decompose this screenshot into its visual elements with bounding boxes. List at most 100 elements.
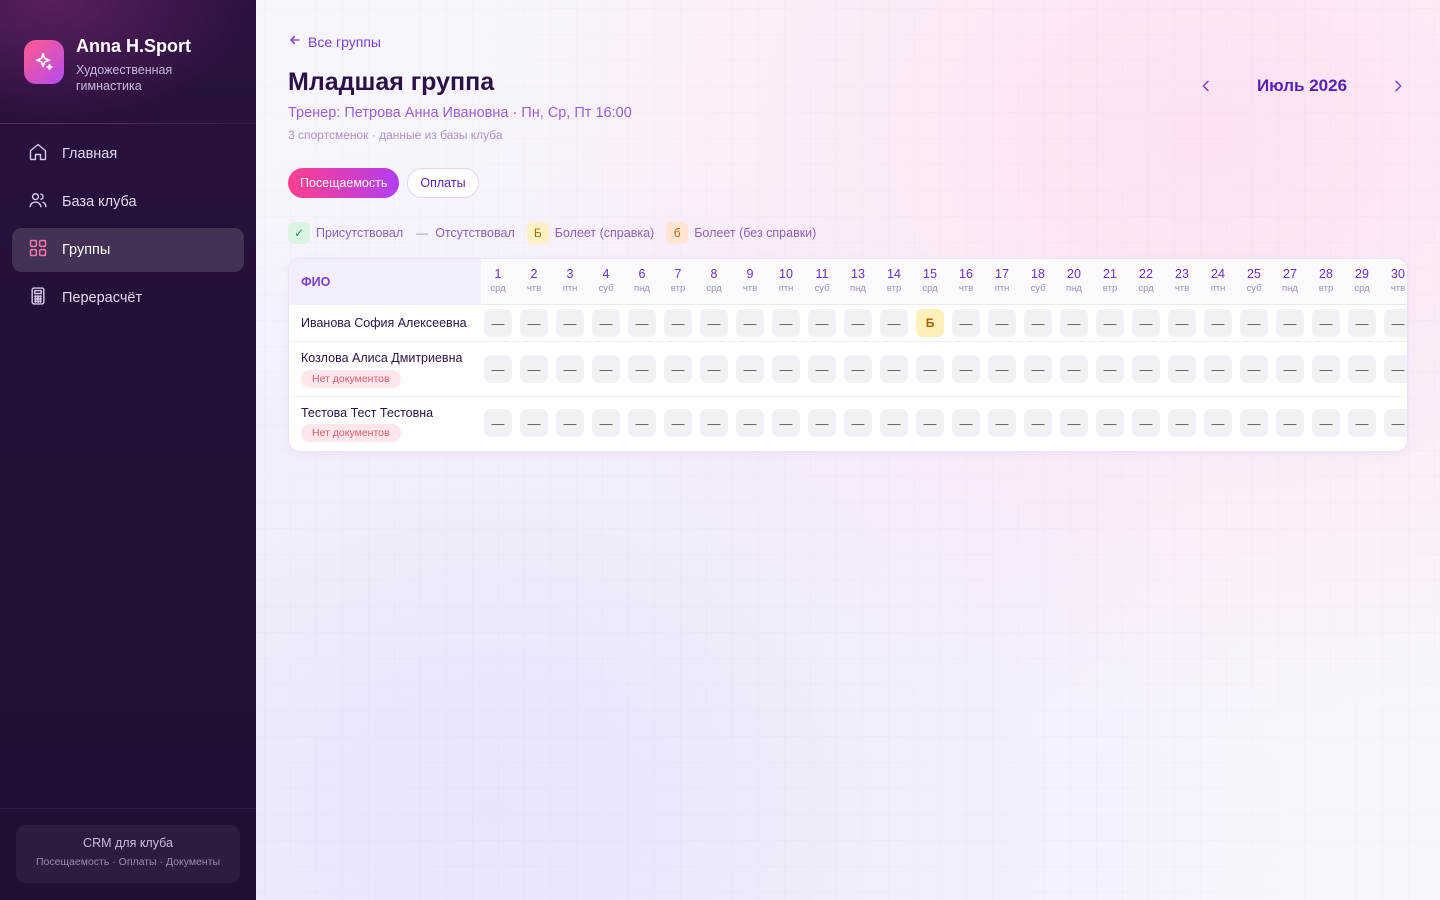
attendance-cell[interactable]: — bbox=[1132, 355, 1160, 383]
attendance-cell[interactable]: — bbox=[772, 409, 800, 437]
attendance-cell[interactable]: — bbox=[1024, 409, 1052, 437]
attendance-cell[interactable]: — bbox=[952, 309, 980, 337]
attendance-cell[interactable]: — bbox=[736, 409, 764, 437]
attendance-cell[interactable]: — bbox=[1384, 409, 1407, 437]
attendance-cell[interactable]: — bbox=[1168, 309, 1196, 337]
attendance-cell[interactable]: — bbox=[844, 355, 872, 383]
athlete-name[interactable]: Иванова София Алексеевна bbox=[301, 316, 467, 330]
legend-present: ✓ Присутствовал bbox=[288, 222, 403, 244]
attendance-cell[interactable]: — bbox=[1096, 355, 1124, 383]
attendance-cell[interactable]: — bbox=[1240, 355, 1268, 383]
next-month-button[interactable] bbox=[1388, 76, 1408, 96]
attendance-cell[interactable]: — bbox=[592, 355, 620, 383]
sidebar-item-groups[interactable]: Группы bbox=[12, 228, 244, 272]
attendance-cell[interactable]: — bbox=[484, 355, 512, 383]
attendance-cell[interactable]: — bbox=[1060, 409, 1088, 437]
athlete-name[interactable]: Козлова Алиса Дмитриевна bbox=[301, 351, 462, 365]
attendance-cell[interactable]: — bbox=[1132, 409, 1160, 437]
attendance-cell[interactable]: — bbox=[556, 309, 584, 337]
attendance-cell[interactable]: — bbox=[1024, 309, 1052, 337]
attendance-cell[interactable]: — bbox=[1348, 309, 1376, 337]
day-column-header: 27 пнд bbox=[1272, 267, 1308, 294]
attendance-cell[interactable]: — bbox=[664, 309, 692, 337]
attendance-cell[interactable]: — bbox=[1240, 309, 1268, 337]
tab-payments[interactable]: Оплаты bbox=[407, 168, 479, 198]
attendance-cell[interactable]: — bbox=[1132, 309, 1160, 337]
attendance-cell[interactable]: — bbox=[736, 355, 764, 383]
calculator-icon bbox=[28, 286, 48, 310]
attendance-cell[interactable]: — bbox=[1312, 355, 1340, 383]
attendance-cell[interactable]: — bbox=[772, 309, 800, 337]
attendance-cell[interactable]: — bbox=[736, 309, 764, 337]
footer-subtitle: Посещаемость · Оплаты · Документы bbox=[35, 856, 221, 868]
attendance-cell[interactable]: — bbox=[520, 409, 548, 437]
attendance-cell[interactable]: — bbox=[844, 309, 872, 337]
attendance-cell[interactable]: — bbox=[916, 355, 944, 383]
attendance-cell[interactable]: — bbox=[880, 309, 908, 337]
attendance-cell[interactable]: — bbox=[988, 309, 1016, 337]
attendance-cell[interactable]: — bbox=[700, 309, 728, 337]
attendance-cell[interactable]: — bbox=[1060, 309, 1088, 337]
attendance-cell[interactable]: — bbox=[844, 409, 872, 437]
arrow-left-icon bbox=[288, 33, 302, 50]
attendance-cell[interactable]: — bbox=[808, 409, 836, 437]
attendance-cell[interactable]: — bbox=[952, 355, 980, 383]
attendance-cell[interactable]: — bbox=[1204, 409, 1232, 437]
attendance-cell[interactable]: — bbox=[1168, 355, 1196, 383]
tab-attendance[interactable]: Посещаемость bbox=[288, 168, 400, 198]
attendance-cell[interactable]: — bbox=[988, 409, 1016, 437]
attendance-cell[interactable]: — bbox=[484, 409, 512, 437]
back-link[interactable]: Все группы bbox=[288, 33, 381, 50]
attendance-cell[interactable]: — bbox=[1096, 409, 1124, 437]
attendance-cell[interactable]: — bbox=[1384, 309, 1407, 337]
day-weekday: срд bbox=[706, 283, 722, 294]
attendance-cell[interactable]: Б bbox=[916, 309, 944, 337]
day-weekday: птн bbox=[994, 283, 1010, 294]
attendance-cell[interactable]: — bbox=[1276, 355, 1304, 383]
attendance-cell[interactable]: — bbox=[484, 309, 512, 337]
attendance-cell[interactable]: — bbox=[916, 409, 944, 437]
attendance-cell[interactable]: — bbox=[952, 409, 980, 437]
prev-month-button[interactable] bbox=[1196, 76, 1216, 96]
day-weekday: пнд bbox=[1282, 283, 1298, 294]
attendance-cell[interactable]: — bbox=[1096, 309, 1124, 337]
attendance-cell[interactable]: — bbox=[628, 355, 656, 383]
attendance-cell[interactable]: — bbox=[1348, 355, 1376, 383]
attendance-cell[interactable]: — bbox=[1240, 409, 1268, 437]
attendance-cell[interactable]: — bbox=[1060, 355, 1088, 383]
attendance-cell[interactable]: — bbox=[988, 355, 1016, 383]
attendance-cell[interactable]: — bbox=[808, 355, 836, 383]
attendance-cell[interactable]: — bbox=[1204, 355, 1232, 383]
athlete-name[interactable]: Тестова Тест Тестовна bbox=[301, 406, 433, 420]
attendance-cell[interactable]: — bbox=[556, 355, 584, 383]
attendance-cell[interactable]: — bbox=[880, 409, 908, 437]
attendance-cell[interactable]: — bbox=[1276, 409, 1304, 437]
attendance-cell[interactable]: — bbox=[1276, 309, 1304, 337]
attendance-cell[interactable]: — bbox=[664, 355, 692, 383]
attendance-cell[interactable]: — bbox=[628, 409, 656, 437]
attendance-cell[interactable]: — bbox=[1312, 309, 1340, 337]
attendance-cell[interactable]: — bbox=[520, 355, 548, 383]
attendance-cell[interactable]: — bbox=[700, 409, 728, 437]
attendance-cell[interactable]: — bbox=[772, 355, 800, 383]
attendance-cell[interactable]: — bbox=[808, 309, 836, 337]
attendance-cell[interactable]: — bbox=[592, 309, 620, 337]
attendance-cell[interactable]: — bbox=[664, 409, 692, 437]
sidebar-item-club-base[interactable]: База клуба bbox=[12, 180, 244, 224]
sidebar-item-recalc[interactable]: Перерасчёт bbox=[12, 276, 244, 320]
attendance-cell[interactable]: — bbox=[1348, 409, 1376, 437]
attendance-cell[interactable]: — bbox=[628, 309, 656, 337]
dash-icon: — bbox=[416, 226, 429, 240]
attendance-cell[interactable]: — bbox=[1312, 409, 1340, 437]
attendance-cell[interactable]: — bbox=[1384, 355, 1407, 383]
attendance-cell[interactable]: — bbox=[520, 309, 548, 337]
attendance-cell[interactable]: — bbox=[556, 409, 584, 437]
attendance-cell[interactable]: — bbox=[1204, 309, 1232, 337]
attendance-table: ФИО 1 срд 2 чтв 3 птн 4 суб 6 пнд 7 втр 8 срд 9 чтв 10 пт… bbox=[288, 258, 1408, 452]
attendance-cell[interactable]: — bbox=[592, 409, 620, 437]
attendance-cell[interactable]: — bbox=[1168, 409, 1196, 437]
attendance-cell[interactable]: — bbox=[1024, 355, 1052, 383]
attendance-cell[interactable]: — bbox=[700, 355, 728, 383]
sidebar-item-home[interactable]: Главная bbox=[12, 132, 244, 176]
attendance-cell[interactable]: — bbox=[880, 355, 908, 383]
